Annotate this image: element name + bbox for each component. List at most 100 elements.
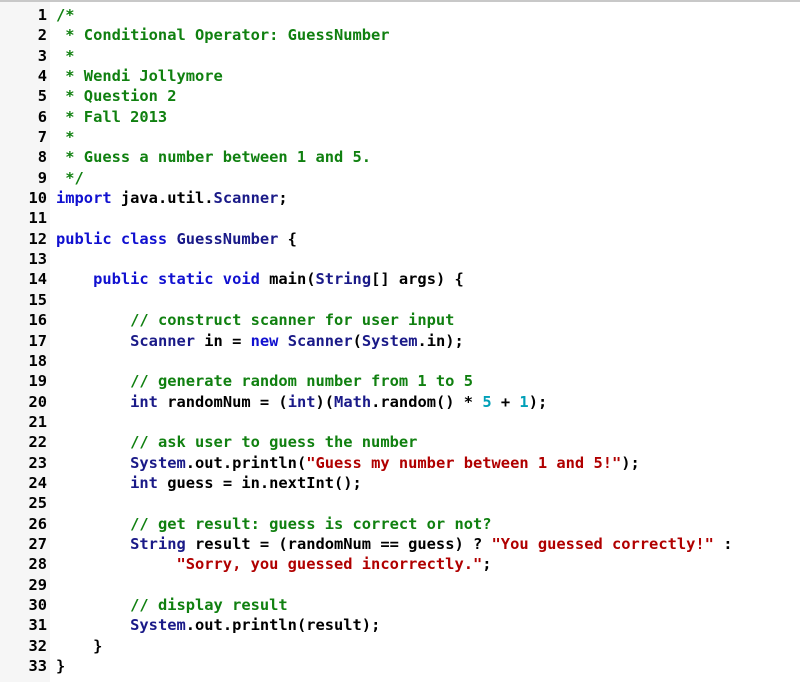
line-number: 30 — [28, 595, 47, 614]
code-token: java.util. — [111, 189, 214, 208]
keyword-token: public static void — [93, 270, 260, 289]
code-line[interactable]: 10 import java.util.Scanner; — [0, 188, 800, 208]
number-token: 1 — [519, 392, 529, 411]
line-code: * Wendi Jollymore — [56, 66, 223, 86]
code-line[interactable]: 19 // generate random number from 1 to 5 — [0, 371, 800, 391]
comment-token: // generate random number from 1 to 5 — [130, 372, 473, 391]
code-token: result = (randomNum == guess) ? — [185, 534, 492, 553]
line-number: 31 — [28, 616, 47, 635]
code-lines[interactable]: 1/* 2 * Conditional Operator: GuessNumber… — [0, 5, 800, 676]
line-number: 7 — [37, 128, 47, 147]
code-line[interactable]: 13 — [0, 249, 800, 269]
line-number: 24 — [28, 473, 47, 492]
code-line[interactable]: 25 — [0, 493, 800, 513]
comment-token: // display result — [130, 595, 288, 614]
code-token: ); — [621, 453, 640, 472]
line-code: * Fall 2013 — [56, 107, 167, 127]
code-line[interactable]: 15 — [0, 290, 800, 310]
code-line[interactable]: 6 * Fall 2013 — [0, 107, 800, 127]
code-token: [] args) { — [371, 270, 464, 289]
line-code: // get result: guess is correct or not? — [56, 514, 492, 534]
line-code: // generate random number from 1 to 5 — [56, 371, 473, 391]
line-number: 5 — [37, 87, 47, 106]
code-token: .out.println( — [185, 453, 307, 472]
code-line[interactable]: 5 * Question 2 — [0, 86, 800, 106]
line-code: * Conditional Operator: GuessNumber — [56, 25, 390, 45]
line-number: 1 — [37, 6, 47, 24]
type-token: int — [287, 392, 316, 411]
line-number: 4 — [37, 67, 47, 86]
code-line[interactable]: 24 int guess = in.nextInt(); — [0, 473, 800, 493]
line-code: */ — [56, 168, 84, 188]
code-token: )( — [315, 392, 335, 411]
comment-token: * Wendi Jollymore — [56, 67, 223, 86]
code-line[interactable]: 8 * Guess a number between 1 and 5. — [0, 147, 800, 167]
type-token: Math — [334, 392, 372, 411]
line-code: * Question 2 — [56, 86, 176, 106]
code-line[interactable]: 29 — [0, 575, 800, 595]
code-line[interactable]: 4 * Wendi Jollymore — [0, 66, 800, 86]
line-code: public static void main(String[] args) { — [56, 269, 464, 289]
type-token: Scanner — [287, 331, 353, 350]
code-line[interactable]: 31 System.out.println(result); — [0, 615, 800, 635]
comment-token: * Conditional Operator: GuessNumber — [56, 26, 390, 45]
code-line[interactable]: 33} — [0, 656, 800, 676]
code-line[interactable]: 28 "Sorry, you guessed incorrectly."; — [0, 554, 800, 574]
line-number: 16 — [28, 311, 47, 330]
line-number: 2 — [37, 26, 47, 45]
code-line[interactable]: 23 System.out.println("Guess my number b… — [0, 453, 800, 473]
code-line[interactable]: 30 // display result — [0, 595, 800, 615]
code-line[interactable]: 27 String result = (randomNum == guess) … — [0, 534, 800, 554]
line-number: 19 — [28, 372, 47, 391]
code-line[interactable]: 11 — [0, 208, 800, 228]
line-number: 26 — [28, 514, 47, 533]
type-token: System — [361, 331, 418, 350]
code-token: main( — [259, 270, 316, 289]
code-line[interactable]: 14 public static void main(String[] args… — [0, 269, 800, 289]
keyword-token: new — [250, 331, 279, 350]
number-token: 5 — [482, 392, 492, 411]
code-line[interactable]: 22 // ask user to guess the number — [0, 432, 800, 452]
code-line[interactable]: 1 /* — [0, 5, 800, 25]
code-line[interactable]: 18 — [0, 351, 800, 371]
comment-token: * — [56, 128, 75, 147]
code-line[interactable]: 9 */ — [0, 168, 800, 188]
code-line[interactable]: 26 // get result: guess is correct or no… — [0, 514, 800, 534]
comment-token: * — [56, 46, 75, 65]
code-token: randomNum = ( — [157, 392, 288, 411]
line-code: // construct scanner for user input — [56, 310, 454, 330]
code-line[interactable]: 20 int randomNum = (int)(Math.random() *… — [0, 392, 800, 412]
line-code: /* — [56, 5, 75, 25]
comment-token: /* — [56, 6, 75, 24]
comment-token: // ask user to guess the number — [130, 433, 418, 452]
code-token: ( — [352, 331, 362, 350]
line-number: 33 — [28, 657, 47, 675]
code-line[interactable]: 2 * Conditional Operator: GuessNumber — [0, 25, 800, 45]
code-line[interactable]: 32 } — [0, 636, 800, 656]
comment-token: */ — [56, 168, 84, 187]
line-code: Scanner in = new Scanner(System.in); — [56, 331, 464, 351]
code-line[interactable]: 16 // construct scanner for user input — [0, 310, 800, 330]
keyword-token: public class — [56, 229, 177, 248]
code-line[interactable]: 7 * — [0, 127, 800, 147]
type-token: System — [130, 616, 186, 635]
code-line[interactable]: 21 — [0, 412, 800, 432]
string-token: "You guessed correctly!" — [491, 534, 714, 553]
code-editor[interactable]: 1/* 2 * Conditional Operator: GuessNumber… — [0, 0, 800, 682]
code-line[interactable]: 17 Scanner in = new Scanner(System.in); — [0, 331, 800, 351]
code-line[interactable]: 3 * — [0, 46, 800, 66]
comment-token: // get result: guess is correct or not? — [130, 514, 492, 533]
line-code: * Guess a number between 1 and 5. — [56, 147, 371, 167]
line-code: "Sorry, you guessed incorrectly."; — [56, 554, 491, 574]
line-number: 25 — [28, 494, 47, 513]
line-number: 15 — [28, 290, 47, 309]
code-line[interactable]: 12 public class GuessNumber { — [0, 229, 800, 249]
code-token: guess = in.nextInt(); — [157, 473, 362, 492]
